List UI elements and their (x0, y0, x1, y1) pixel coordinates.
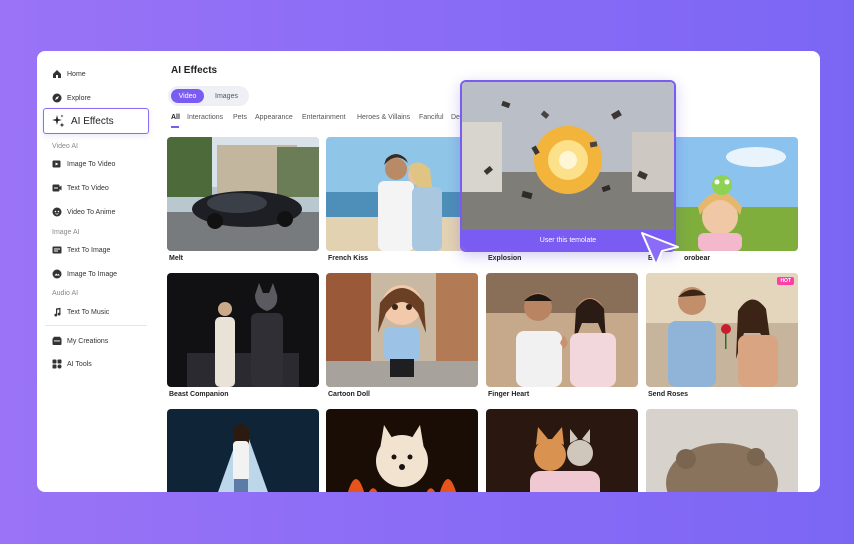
tab-all[interactable]: All (171, 114, 180, 121)
sidebar-item-label: Image To Image (67, 270, 118, 278)
app-window: Home Explore AI Effects Video AI Image T… (37, 51, 820, 492)
folder-icon (52, 336, 62, 346)
card-label: Send Roses (648, 391, 689, 398)
effect-preview-popup[interactable]: User this temolate (460, 80, 676, 252)
sidebar-item-label: Explore (67, 94, 91, 102)
sidebar-item-explore[interactable]: Explore (52, 90, 91, 106)
effect-thumbnail (326, 273, 478, 387)
tab-appearance[interactable]: Appearance (255, 114, 293, 121)
card-label: Finger Heart (488, 391, 530, 398)
page-title: AI Effects (171, 65, 218, 76)
toggle-images[interactable]: Images (208, 89, 245, 103)
sidebar-item-home[interactable]: Home (52, 66, 86, 82)
home-icon (52, 69, 62, 79)
sidebar-item-label: My Creations (67, 337, 109, 345)
sidebar: Home Explore AI Effects Video AI Image T… (37, 51, 149, 492)
tab-interactions[interactable]: Interactions (187, 114, 223, 121)
tab-de[interactable]: De (451, 114, 460, 121)
sidebar-item-label: AI Tools (67, 360, 92, 368)
compass-icon (52, 93, 62, 103)
effect-card-pets-hug[interactable] (486, 409, 638, 492)
card-label-end: orobear (684, 255, 711, 262)
sidebar-item-label: Text To Video (67, 184, 109, 192)
sidebar-item-label: Image To Video (67, 160, 116, 168)
sidebar-item-label: Video To Anime (67, 208, 116, 216)
effect-card-french-kiss[interactable]: French Kiss (326, 137, 478, 262)
sidebar-item-video-to-anime[interactable]: Video To Anime (52, 204, 115, 220)
sidebar-item-text-to-music[interactable]: Text To Music (52, 304, 109, 320)
sidebar-item-my-creations[interactable]: My Creations (52, 333, 108, 349)
text-video-icon (52, 183, 62, 193)
card-label: Melt (169, 255, 183, 262)
media-toggle: Video Images (168, 86, 249, 106)
effect-thumbnail (326, 137, 478, 251)
effect-card-send-roses[interactable]: HOT Send Roses (646, 273, 798, 398)
effect-thumbnail (167, 137, 319, 251)
sidebar-item-text-to-image[interactable]: Text To Image (52, 242, 110, 258)
pointer-cursor-icon (640, 231, 680, 267)
section-label-image-ai: Image AI (52, 229, 80, 236)
sidebar-item-image-to-video[interactable]: Image To Video (52, 156, 115, 172)
tab-pets[interactable]: Pets (233, 114, 247, 121)
sidebar-item-label: Text To Image (67, 246, 111, 254)
anime-icon (52, 207, 62, 217)
card-label: Explosion (488, 255, 522, 262)
effect-thumbnail: HOT (646, 273, 798, 387)
sidebar-item-image-to-image[interactable]: Image To Image (52, 266, 117, 282)
effect-thumbnail (326, 409, 478, 492)
explosion-preview (462, 82, 674, 230)
effect-card-melt[interactable]: Melt (167, 137, 319, 262)
card-label: Cartoon Doll (328, 391, 370, 398)
sidebar-item-ai-effects[interactable]: AI Effects (43, 108, 149, 134)
grid-icon (52, 359, 62, 369)
effect-thumbnail (646, 409, 798, 492)
sidebar-item-label: AI Effects (71, 115, 114, 127)
sidebar-item-label: Home (67, 70, 86, 78)
section-label-audio-ai: Audio AI (52, 290, 79, 297)
effect-card-cat[interactable] (646, 409, 798, 492)
music-note-icon (52, 307, 62, 317)
effect-thumbnail (486, 273, 638, 387)
sidebar-divider (45, 325, 147, 326)
effect-card-runway[interactable] (167, 409, 319, 492)
image-video-icon (52, 159, 62, 169)
tab-fanciful[interactable]: Fanciful (419, 114, 444, 121)
sidebar-item-text-to-video[interactable]: Text To Video (52, 180, 109, 196)
effect-card-fire-dog[interactable] (326, 409, 478, 492)
toggle-video[interactable]: Video (171, 89, 204, 103)
hot-badge: HOT (777, 277, 794, 285)
effect-thumbnail (486, 409, 638, 492)
effect-card-cartoon-doll[interactable]: Cartoon Doll (326, 273, 478, 398)
card-label: Beast Companion (169, 391, 229, 398)
section-label-video-ai: Video AI (52, 143, 78, 150)
effect-card-beast-companion[interactable]: Beast Companion (167, 273, 319, 398)
text-image-icon (52, 245, 62, 255)
image-swap-icon (52, 269, 62, 279)
effect-thumbnail (167, 409, 319, 492)
tab-entertainment[interactable]: Entertainment (302, 114, 346, 121)
effect-card-finger-heart[interactable]: Finger Heart (486, 273, 638, 398)
card-label: French Kiss (328, 255, 369, 262)
sidebar-item-ai-tools[interactable]: AI Tools (52, 356, 92, 372)
tab-heroes-villains[interactable]: Heroes & Villains (357, 114, 410, 121)
sidebar-item-label: Text To Music (67, 308, 110, 316)
sparkle-icon (51, 114, 65, 128)
active-tab-indicator (171, 126, 179, 128)
effect-thumbnail (167, 273, 319, 387)
